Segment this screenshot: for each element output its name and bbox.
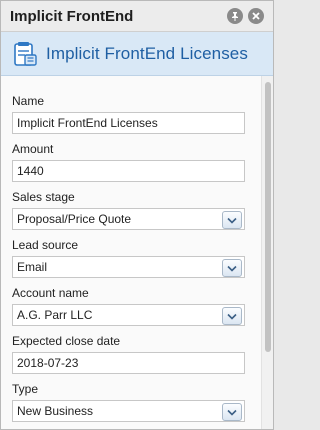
side-panel: Implicit FrontEnd Implicit FrontEnd Lice… [0, 0, 274, 430]
field-lead-source: Lead source Email [12, 237, 245, 278]
record-header: Implicit FrontEnd Licenses [1, 32, 273, 76]
account-name-select[interactable]: A.G. Parr LLC [12, 304, 245, 326]
field-value: 2018-07-23 [17, 356, 79, 370]
pin-icon[interactable] [227, 8, 243, 24]
panel-titlebar: Implicit FrontEnd [1, 1, 273, 32]
field-label: Type [12, 382, 39, 396]
chevron-down-icon[interactable] [222, 403, 242, 421]
name-input[interactable]: Implicit FrontEnd Licenses [12, 112, 245, 134]
field-value: Email [17, 260, 48, 274]
panel-title: Implicit FrontEnd [10, 7, 134, 25]
field-label: Amount [12, 142, 54, 156]
type-select[interactable]: New Business [12, 400, 245, 422]
chevron-down-icon[interactable] [222, 211, 242, 229]
field-name: Name Implicit FrontEnd Licenses [12, 93, 245, 134]
field-label: Expected close date [12, 334, 121, 348]
field-label: Name [12, 94, 45, 108]
field-value: 1440 [17, 164, 44, 178]
field-value: Implicit FrontEnd Licenses [17, 116, 158, 130]
field-sales-stage: Sales stage Proposal/Price Quote [12, 189, 245, 230]
close-icon[interactable] [248, 8, 264, 24]
form-scrollbar[interactable] [261, 76, 273, 429]
field-expected-close-date: Expected close date 2018-07-23 [12, 333, 245, 374]
record-form: Name Implicit FrontEnd Licenses Amount 1… [1, 76, 261, 429]
field-value: A.G. Parr LLC [17, 308, 93, 322]
field-label: Account name [12, 286, 89, 300]
scrollbar-thumb[interactable] [265, 82, 271, 352]
field-value: Proposal/Price Quote [17, 212, 132, 226]
sales-stage-select[interactable]: Proposal/Price Quote [12, 208, 245, 230]
record-icon [14, 41, 37, 66]
field-amount: Amount 1440 [12, 141, 245, 182]
amount-input[interactable]: 1440 [12, 160, 245, 182]
expected-close-date-input[interactable]: 2018-07-23 [12, 352, 245, 374]
record-title: Implicit FrontEnd Licenses [46, 43, 248, 63]
field-value: New Business [17, 404, 94, 418]
field-account-name: Account name A.G. Parr LLC [12, 285, 245, 326]
chevron-down-icon[interactable] [222, 307, 242, 325]
field-label: Sales stage [12, 190, 75, 204]
lead-source-select[interactable]: Email [12, 256, 245, 278]
chevron-down-icon[interactable] [222, 259, 242, 277]
field-type: Type New Business [12, 381, 245, 422]
field-label: Lead source [12, 238, 79, 252]
